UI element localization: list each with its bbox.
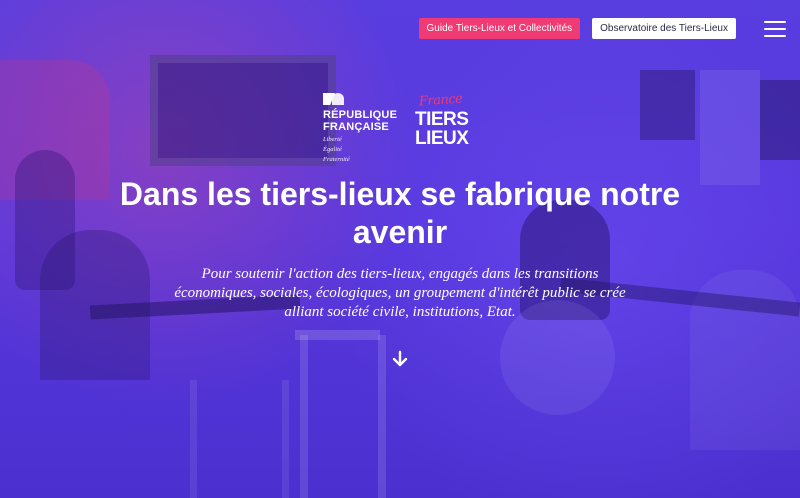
marianne-flag-icon [323,93,353,105]
hamburger-line [764,34,786,37]
republique-francaise-logo: RÉPUBLIQUE FRANÇAISE Liberté Égalité Fra… [323,93,398,163]
guide-tiers-lieux-button[interactable]: Guide Tiers-Lieux et Collectivités [418,18,581,39]
partner-logos: RÉPUBLIQUE FRANÇAISE Liberté Égalité Fra… [323,91,479,163]
hamburger-menu-icon[interactable] [764,20,786,37]
observatoire-button[interactable]: Observatoire des Tiers-Lieux [592,18,736,39]
france-tiers-lieux-logo[interactable]: France TIERS LIEUX [415,91,479,153]
hero-section: Guide Tiers-Lieux et Collectivités Obser… [0,0,800,498]
tiers-word: TIERS [415,109,469,130]
top-navigation: Guide Tiers-Lieux et Collectivités Obser… [418,18,786,39]
hero-subtitle: Pour soutenir l'action des tiers-lieux, … [174,266,626,320]
lieux-word: LIEUX [415,128,469,149]
hero-title: Dans les tiers-lieux se fabrique notre a… [119,176,681,250]
hamburger-line [764,27,786,30]
republique-motto-1: Liberté [323,136,342,143]
france-script: France [418,91,463,110]
republique-line-2: FRANÇAISE [323,121,389,133]
arrow-down-icon[interactable] [391,350,409,368]
republique-motto-2: Égalité [323,146,342,153]
republique-motto-3: Fraternité [323,156,350,163]
republique-line-1: RÉPUBLIQUE [323,109,398,121]
hamburger-line [764,20,786,23]
